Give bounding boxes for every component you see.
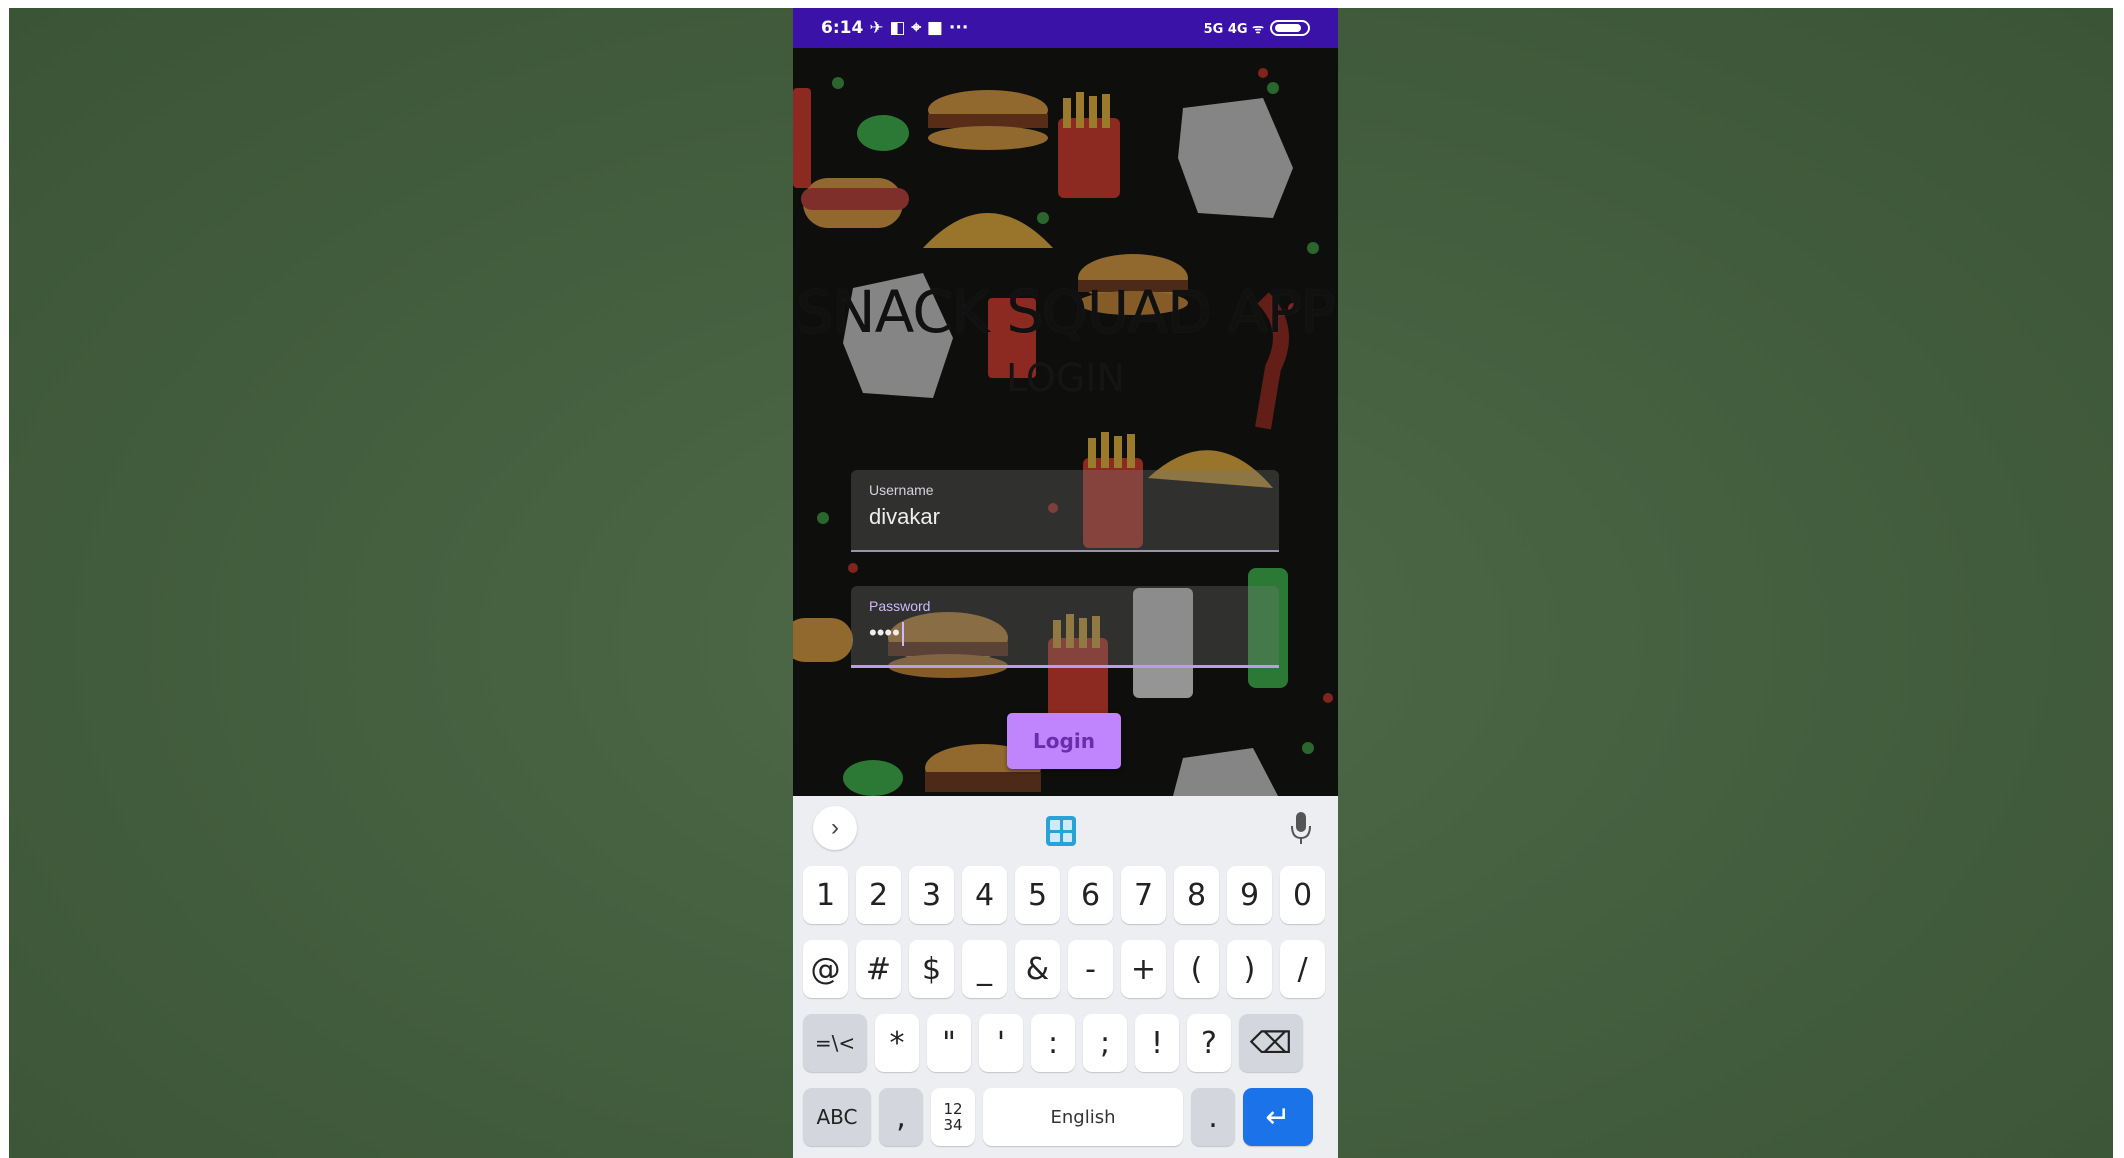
microphone-icon[interactable] <box>1289 810 1313 846</box>
key-underscore[interactable]: _ <box>962 940 1007 998</box>
app-background <box>793 48 1338 796</box>
chevron-right-icon[interactable]: › <box>813 806 857 850</box>
login-button[interactable]: Login <box>1007 713 1121 769</box>
key-8[interactable]: 8 <box>1174 866 1219 924</box>
text-cursor <box>901 622 904 647</box>
battery-icon <box>1270 20 1310 36</box>
apps-grid-icon[interactable] <box>1046 816 1076 846</box>
status-icons: ✈ ◧ ⌖ ■ ··· <box>869 18 969 38</box>
backspace-icon[interactable]: ⌫ <box>1239 1014 1303 1072</box>
keyboard-row-bottom: ABC , 12 34 English . ↵ <box>803 1088 1313 1146</box>
username-underline <box>851 550 1279 552</box>
key-2[interactable]: 2 <box>856 866 901 924</box>
keyboard-row-numbers: 1 2 3 4 5 6 7 8 9 0 <box>803 866 1325 924</box>
key-close-paren[interactable]: ) <box>1227 940 1272 998</box>
username-label: Username <box>869 482 934 498</box>
status-bar: 6:14 ✈ ◧ ⌖ ■ ··· 5G 4G ᯤ <box>793 8 1338 48</box>
login-heading: LOGIN <box>1006 356 1125 400</box>
key-abc[interactable]: ABC <box>803 1088 871 1146</box>
keyboard-row-symbols: @ # $ _ & - + ( ) / <box>803 940 1325 998</box>
keyboard-toolbar: › <box>793 796 1338 858</box>
key-numpad[interactable]: 12 34 <box>931 1088 975 1146</box>
key-single-quote[interactable]: ' <box>979 1014 1023 1072</box>
password-field[interactable]: Password •••• <box>851 586 1279 668</box>
key-4[interactable]: 4 <box>962 866 1007 924</box>
key-exclamation[interactable]: ! <box>1135 1014 1179 1072</box>
key-double-quote[interactable]: " <box>927 1014 971 1072</box>
network-icons: 5G 4G ᯤ <box>1203 22 1264 37</box>
key-question[interactable]: ? <box>1187 1014 1231 1072</box>
key-slash[interactable]: / <box>1280 940 1325 998</box>
keyboard-row-punctuation: =\< * " ' : ; ! ? ⌫ <box>803 1014 1303 1072</box>
password-value: •••• <box>869 620 900 645</box>
key-3[interactable]: 3 <box>909 866 954 924</box>
soft-keyboard: › 1 2 3 4 5 6 7 8 9 0 @ # $ _ & - + () … <box>793 796 1338 1158</box>
enter-icon[interactable]: ↵ <box>1243 1088 1313 1146</box>
key-at[interactable]: @ <box>803 940 848 998</box>
key-ampersand[interactable]: & <box>1015 940 1060 998</box>
status-time: 6:14 <box>821 18 864 38</box>
key-asterisk[interactable]: * <box>875 1014 919 1072</box>
key-colon[interactable]: : <box>1031 1014 1075 1072</box>
background-dim-overlay <box>793 48 1338 796</box>
key-7[interactable]: 7 <box>1121 866 1166 924</box>
key-6[interactable]: 6 <box>1068 866 1113 924</box>
key-plus[interactable]: + <box>1121 940 1166 998</box>
key-5[interactable]: 5 <box>1015 866 1060 924</box>
username-value: divakar <box>869 504 940 529</box>
app-title: SNACK SQUAD APP <box>796 278 1335 346</box>
key-comma[interactable]: , <box>879 1088 923 1146</box>
key-semicolon[interactable]: ; <box>1083 1014 1127 1072</box>
key-0[interactable]: 0 <box>1280 866 1325 924</box>
key-1[interactable]: 1 <box>803 866 848 924</box>
phone-screen: 6:14 ✈ ◧ ⌖ ■ ··· 5G 4G ᯤ SNACK SQUAD APP… <box>793 8 1338 1158</box>
key-9[interactable]: 9 <box>1227 866 1272 924</box>
username-field[interactable]: Username divakar <box>851 470 1279 552</box>
key-dollar[interactable]: $ <box>909 940 954 998</box>
password-underline <box>851 665 1279 668</box>
key-hash[interactable]: # <box>856 940 901 998</box>
password-label: Password <box>869 598 931 614</box>
key-minus[interactable]: - <box>1068 940 1113 998</box>
key-open-paren[interactable]: ( <box>1174 940 1219 998</box>
key-period[interactable]: . <box>1191 1088 1235 1146</box>
key-more-symbols[interactable]: =\< <box>803 1014 867 1072</box>
key-space[interactable]: English <box>983 1088 1183 1146</box>
